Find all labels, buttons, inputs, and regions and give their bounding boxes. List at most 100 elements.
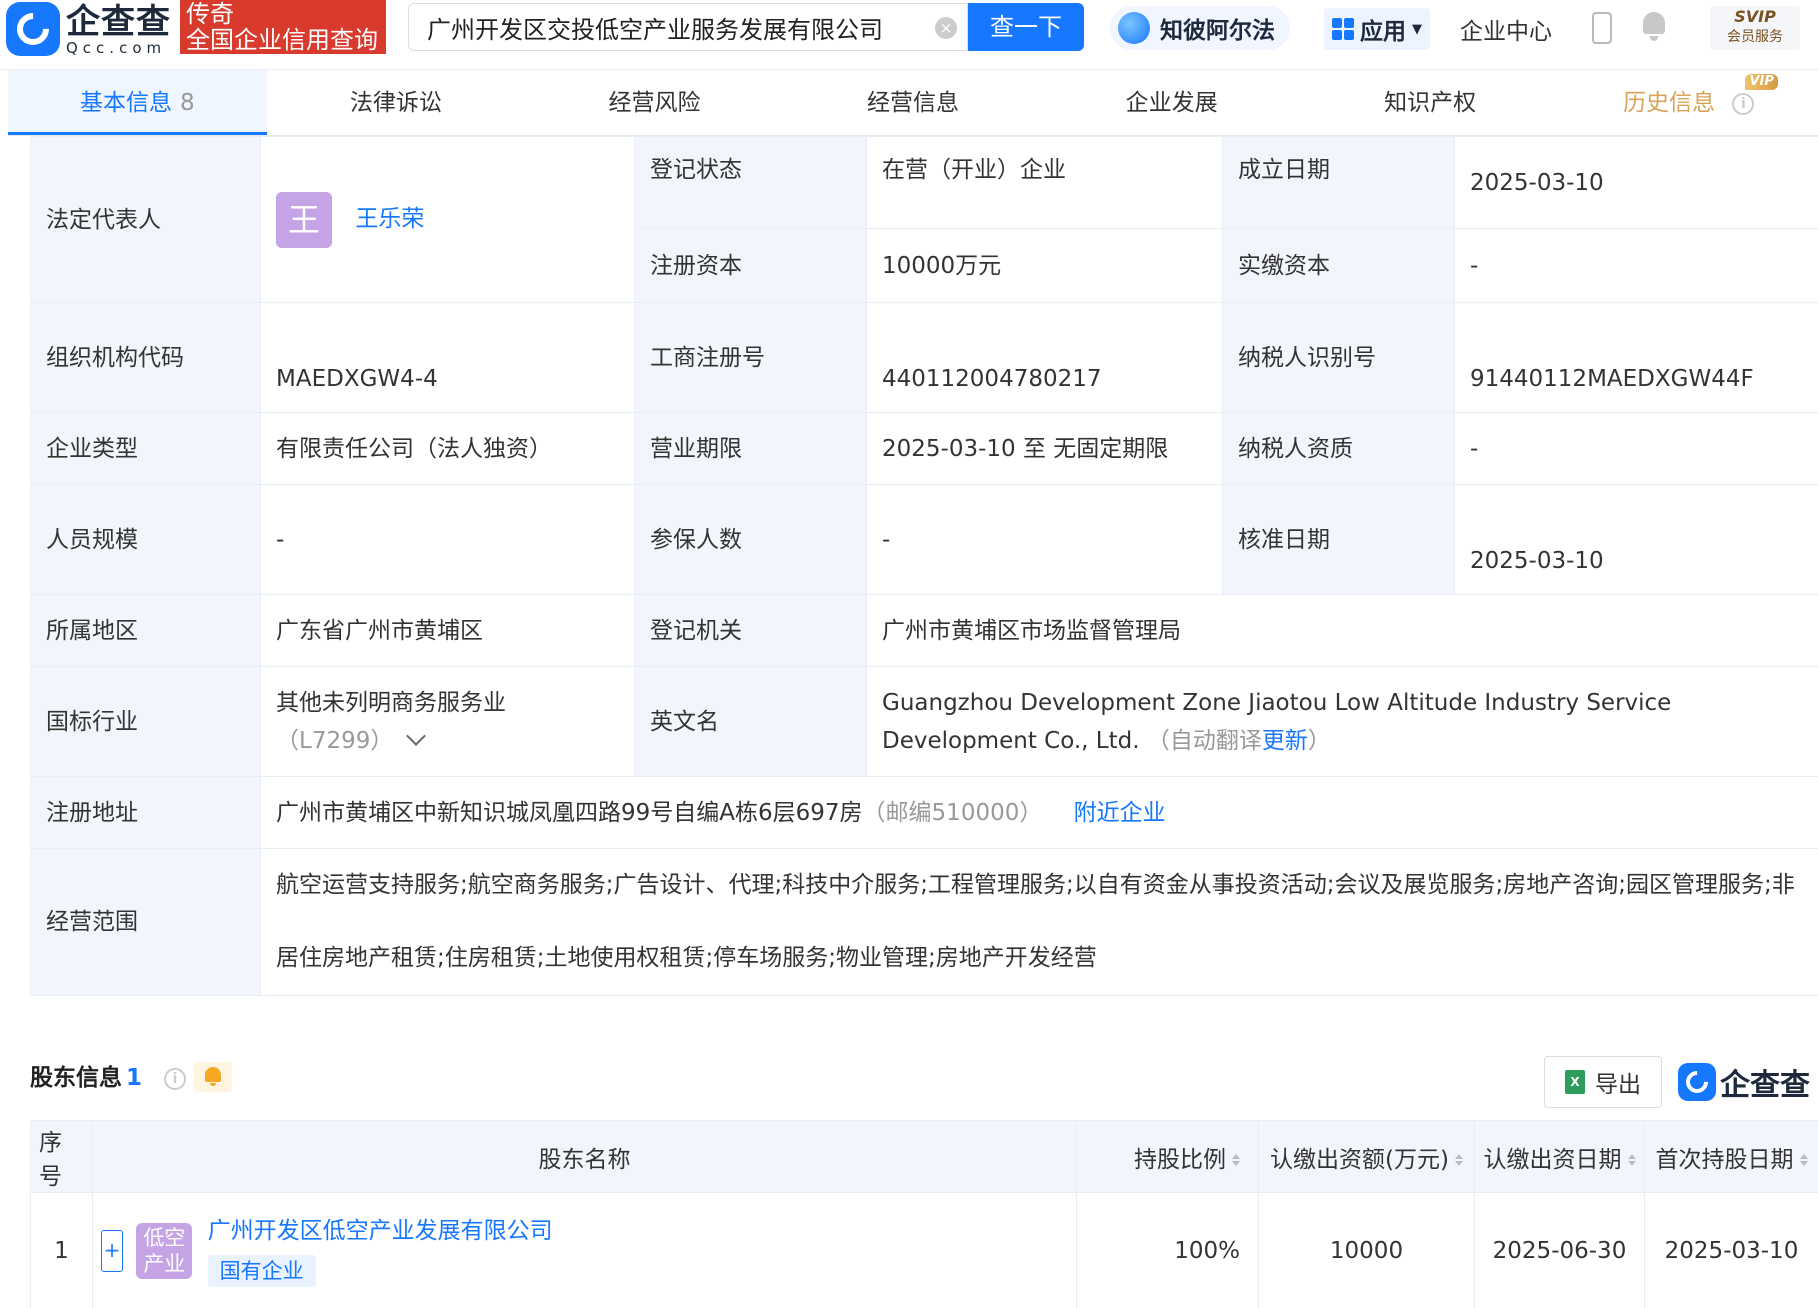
sort-icon[interactable]: [1232, 1154, 1240, 1166]
english-name-label: 英文名: [634, 666, 867, 777]
reg-capital-label: 注册资本: [634, 228, 867, 303]
biz-term-value: 2025-03-10 至 无固定期限: [866, 412, 1223, 485]
vip-badge: VIP: [1745, 74, 1778, 90]
taxpayer-qual-label: 纳税人资质: [1222, 412, 1455, 485]
col-subscribe-date[interactable]: 认缴出资日期: [1474, 1120, 1645, 1193]
col-ratio[interactable]: 持股比例: [1076, 1120, 1259, 1193]
paid-capital-value: -: [1454, 228, 1818, 303]
taxpayer-qual-value: -: [1454, 412, 1818, 485]
notification-bell-icon[interactable]: [1640, 12, 1668, 42]
search-input[interactable]: [409, 4, 909, 50]
auto-translate-note: （自动翻译: [1146, 727, 1262, 754]
section-tabs: 基本信息 8 法律诉讼 经营风险 经营信息 企业发展 知识产权 历史信息 i VI…: [8, 70, 1818, 136]
expand-button[interactable]: +: [101, 1229, 123, 1272]
table-row: 1 + 低空产业 广州开发区低空产业发展有限公司 国有企业 100% 10000…: [30, 1192, 1818, 1308]
address-label: 注册地址: [30, 776, 261, 849]
biz-term-label: 营业期限: [634, 412, 867, 485]
col-amount[interactable]: 认缴出资额(万元): [1258, 1120, 1475, 1193]
svip-label: SVIP: [1734, 7, 1776, 26]
state-owned-tag: 国有企业: [207, 1254, 316, 1287]
industry-value: 其他未列明商务服务业: [276, 689, 506, 716]
tab-count: 8: [179, 90, 195, 116]
tab-history[interactable]: 历史信息 i VIP: [1559, 70, 1818, 135]
shareholders-count: 1: [126, 1065, 143, 1091]
company-type-label: 企业类型: [30, 412, 261, 485]
chevron-down-icon: ▼: [1412, 21, 1422, 37]
ratio-value: 100%: [1076, 1192, 1259, 1308]
col-first-hold-date[interactable]: 首次持股日期: [1644, 1120, 1818, 1193]
info-icon[interactable]: i: [164, 1068, 186, 1090]
promo-line1: 传奇: [186, 0, 234, 28]
scope-value: 航空运营支持服务;航空商务服务;广告设计、代理;科技中介服务;工程管理服务;以自…: [260, 848, 1818, 996]
nearby-companies-link[interactable]: 附近企业: [1074, 800, 1166, 826]
staff-size-value: -: [260, 484, 635, 595]
shareholder-name-link[interactable]: 广州开发区低空产业发展有限公司: [208, 1215, 553, 1247]
subscribe-date-value: 2025-06-30: [1474, 1192, 1645, 1308]
staff-size-label: 人员规模: [30, 484, 261, 595]
org-code-label: 组织机构代码: [30, 302, 261, 413]
tab-development[interactable]: 企业发展: [1042, 70, 1301, 135]
sort-icon[interactable]: [1454, 1154, 1463, 1166]
org-code-value: MAEDXGW4-4: [260, 302, 635, 413]
shareholders-title: 股东信息 1: [30, 1065, 143, 1091]
shareholders-table: 序号 股东名称 持股比例 认缴出资额(万元) 认缴出资日期 首次持股日期 1 +…: [30, 1120, 1818, 1308]
ai-label: 知彼阿尔法: [1160, 18, 1275, 44]
tab-business-info[interactable]: 经营信息: [784, 70, 1043, 135]
mobile-phone-icon[interactable]: [1592, 12, 1612, 44]
promo-line2: 全国企业信用查询: [186, 26, 378, 54]
qcc-watermark-logo: 企查查: [1678, 1060, 1810, 1104]
taxpayer-id-value: 91440112MAEDXGW44F: [1454, 302, 1818, 413]
insured-label: 参保人数: [634, 484, 867, 595]
sort-icon[interactable]: [1627, 1154, 1636, 1166]
postcode: （邮编510000）: [862, 799, 1043, 826]
info-icon[interactable]: i: [1732, 92, 1755, 115]
avatar[interactable]: 王: [276, 191, 332, 248]
svip-member-button[interactable]: SVIP 会员服务: [1710, 6, 1800, 50]
region-label: 所属地区: [30, 594, 261, 667]
amount-value: 10000: [1258, 1192, 1475, 1308]
qcc-logo[interactable]: 企查查 Qcc.com: [6, 2, 171, 56]
shareholder-cell: + 低空产业 广州开发区低空产业发展有限公司 国有企业: [92, 1192, 1077, 1308]
ai-assistant-button[interactable]: 知彼阿尔法: [1110, 6, 1290, 50]
company-type-value: 有限责任公司（法人独资）: [260, 412, 635, 485]
tab-litigation[interactable]: 法律诉讼: [267, 70, 526, 135]
est-date-label: 成立日期: [1222, 136, 1455, 229]
reg-authority-label: 登记机关: [634, 594, 867, 667]
tab-business-risk[interactable]: 经营风险: [525, 70, 784, 135]
logo-text-cn: 企查查: [66, 2, 171, 42]
industry-cell: 其他未列明商务服务业 （L7299）: [260, 666, 635, 777]
row-index: 1: [30, 1192, 93, 1308]
approval-date-value: 2025-03-10: [1454, 484, 1818, 595]
biz-reg-no-value: 440112004780217: [866, 302, 1223, 413]
search-button[interactable]: 查一下: [968, 3, 1084, 51]
enterprise-center-link[interactable]: 企业中心: [1460, 12, 1552, 46]
reg-status-label: 登记状态: [634, 136, 867, 229]
clear-icon[interactable]: ×: [935, 17, 957, 39]
excel-icon: X: [1565, 1070, 1585, 1094]
region-value: 广东省广州市黄埔区: [260, 594, 635, 667]
reg-capital-value: 10000万元: [866, 228, 1223, 303]
svip-sublabel: 会员服务: [1727, 29, 1783, 45]
first-hold-date-value: 2025-03-10: [1644, 1192, 1818, 1308]
apps-menu-button[interactable]: 应用 ▼: [1324, 8, 1430, 50]
paid-capital-label: 实缴资本: [1222, 228, 1455, 303]
basic-info-table: 法定代表人 王 王乐荣 登记状态 在营（开业）企业 成立日期 2025-03-1…: [30, 136, 1818, 996]
col-index: 序号: [30, 1120, 93, 1193]
legal-rep-label: 法定代表人: [30, 136, 261, 303]
company-avatar[interactable]: 低空产业: [136, 1222, 193, 1279]
export-button[interactable]: X 导出: [1544, 1056, 1662, 1108]
chevron-down-icon[interactable]: [406, 725, 427, 746]
english-name-cell: Guangzhou Development Zone Jiaotou Low A…: [866, 666, 1818, 777]
top-header: 企查查 Qcc.com 传奇 全国企业信用查询 × 查一下 知彼阿尔法 应用 ▼…: [0, 0, 1818, 70]
industry-label: 国标行业: [30, 666, 261, 777]
sort-icon[interactable]: [1799, 1154, 1808, 1166]
watch-bell-icon[interactable]: [194, 1062, 232, 1092]
legal-rep-name-link[interactable]: 王乐荣: [355, 206, 424, 232]
address-cell: 广州市黄埔区中新知识城凤凰四路99号自编A栋6层697房（邮编510000） 附…: [260, 776, 1818, 849]
tab-basic-info[interactable]: 基本信息 8: [8, 70, 267, 135]
promo-banner[interactable]: 传奇 全国企业信用查询: [180, 0, 386, 54]
update-translation-link[interactable]: 更新: [1262, 728, 1308, 754]
tab-ip[interactable]: 知识产权: [1301, 70, 1560, 135]
address-value: 广州市黄埔区中新知识城凤凰四路99号自编A栋6层697房: [276, 799, 863, 826]
search-box: ×: [408, 3, 968, 51]
